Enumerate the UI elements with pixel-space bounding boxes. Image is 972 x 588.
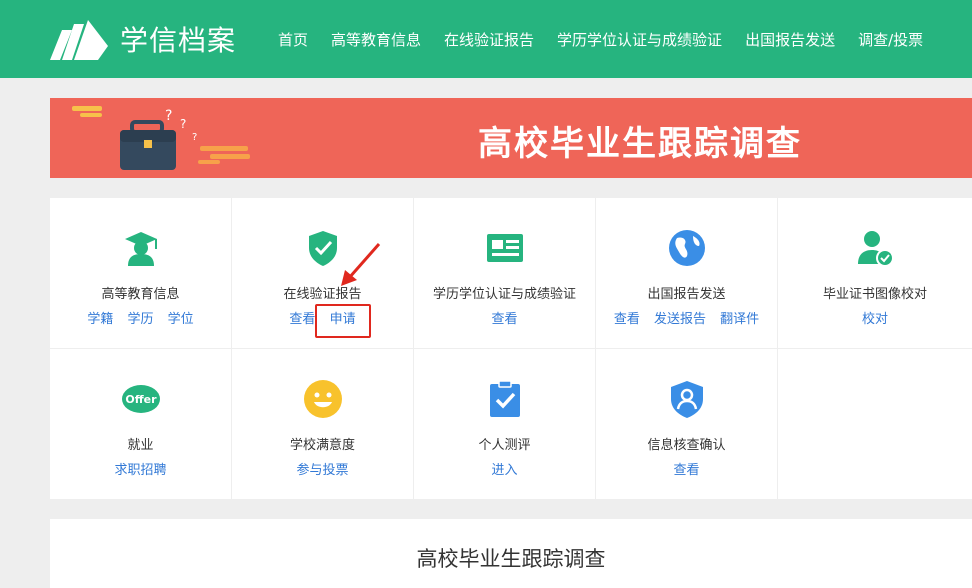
service-personal-assessment: 个人测评 进入 xyxy=(414,349,596,500)
service-title: 个人测评 xyxy=(478,438,531,453)
logo-icon xyxy=(50,20,108,60)
link-proofread[interactable]: 校对 xyxy=(862,312,888,327)
offer-icon-text: Offer xyxy=(125,393,157,406)
smiley-icon xyxy=(304,380,342,418)
service-links: 求职招聘 xyxy=(50,459,231,478)
nav-higher-education-info[interactable]: 高等教育信息 xyxy=(331,29,421,50)
service-links: 学籍 学历 学位 xyxy=(50,308,231,327)
svg-text:?: ? xyxy=(192,132,197,143)
service-employment: Offer 就业 求职招聘 xyxy=(50,349,232,500)
service-title: 学校满意度 xyxy=(289,438,355,453)
survey-banner[interactable]: ? ? ? 高校毕业生跟踪调查 xyxy=(50,98,972,178)
nav-home[interactable]: 首页 xyxy=(278,29,308,50)
link-view-certification[interactable]: 查看 xyxy=(491,312,517,327)
nav-online-verification-report[interactable]: 在线验证报告 xyxy=(444,29,534,50)
service-title: 信息核查确认 xyxy=(647,438,726,453)
clipboard-check-icon xyxy=(490,380,520,417)
service-info-verification: 信息核查确认 查看 xyxy=(596,349,778,500)
main-nav: 首页 高等教育信息 在线验证报告 学历学位认证与成绩验证 出国报告发送 调查/投… xyxy=(278,0,946,78)
service-title: 出国报告发送 xyxy=(647,287,726,302)
link-view-verification[interactable]: 查看 xyxy=(673,463,699,478)
service-links: 查看 xyxy=(414,308,595,327)
user-check-icon xyxy=(858,231,894,267)
nav-survey-vote[interactable]: 调查/投票 xyxy=(858,29,923,50)
apply-highlight-box xyxy=(315,304,371,338)
link-view-overseas[interactable]: 查看 xyxy=(614,312,640,327)
link-send-report[interactable]: 发送报告 xyxy=(654,312,706,327)
link-education-record[interactable]: 学历 xyxy=(127,312,153,327)
service-links: 查看 发送报告 翻译件 xyxy=(596,308,777,327)
svg-text:?: ? xyxy=(165,108,172,124)
link-job-search[interactable]: 求职招聘 xyxy=(114,463,166,478)
shield-user-icon xyxy=(671,381,703,418)
service-title: 学历学位认证与成绩验证 xyxy=(432,287,576,302)
service-title: 在线验证报告 xyxy=(283,287,362,302)
service-school-satisfaction: 学校满意度 参与投票 xyxy=(232,349,414,500)
empty-cell xyxy=(778,349,972,500)
service-links: 参与投票 xyxy=(232,459,413,478)
logo-text: 学信档案 xyxy=(120,24,237,57)
graduate-icon xyxy=(125,232,157,266)
top-header: 学信档案 首页 高等教育信息 在线验证报告 学历学位认证与成绩验证 出国报告发送… xyxy=(0,0,972,78)
service-overseas-report: 出国报告发送 查看 发送报告 翻译件 xyxy=(596,198,778,349)
link-view-report[interactable]: 查看 xyxy=(289,312,315,327)
offer-icon: Offer xyxy=(122,385,160,413)
survey-section-card: 高校毕业生跟踪调查 xyxy=(50,519,972,588)
link-degree[interactable]: 学位 xyxy=(168,312,194,327)
survey-section-title: 高校毕业生跟踪调查 xyxy=(416,547,606,571)
link-enter-assessment[interactable]: 进入 xyxy=(491,463,517,478)
red-arrow-annotation-icon xyxy=(341,243,381,286)
link-translation[interactable]: 翻译件 xyxy=(720,312,759,327)
service-links: 查看 xyxy=(596,459,777,478)
service-higher-education-info: 高等教育信息 学籍 学历 学位 xyxy=(50,198,232,349)
site-logo[interactable]: 学信档案 xyxy=(48,16,248,62)
service-degree-certification: 学历学位认证与成绩验证 查看 xyxy=(414,198,596,349)
globe-icon xyxy=(669,230,705,266)
service-links: 进入 xyxy=(414,459,595,478)
banner-title: 高校毕业生跟踪调查 xyxy=(478,124,802,164)
service-title: 就业 xyxy=(127,438,154,453)
nav-degree-certification[interactable]: 学历学位认证与成绩验证 xyxy=(557,29,722,50)
service-title: 毕业证书图像校对 xyxy=(822,287,927,302)
svg-text:?: ? xyxy=(180,117,186,131)
service-certificate-image-check: 毕业证书图像校对 校对 xyxy=(778,198,972,349)
link-join-vote[interactable]: 参与投票 xyxy=(296,463,348,478)
link-student-status[interactable]: 学籍 xyxy=(87,312,113,327)
briefcase-illustration-icon: ? ? ? xyxy=(72,106,250,170)
service-links: 校对 xyxy=(778,308,972,327)
service-title: 高等教育信息 xyxy=(101,287,180,302)
service-grid: 高等教育信息 学籍 学历 学位 在线验证报告 查看 申请 学历学位认证与成绩验证… xyxy=(50,198,972,500)
nav-overseas-report[interactable]: 出国报告发送 xyxy=(745,29,835,50)
id-card-icon xyxy=(487,234,523,262)
